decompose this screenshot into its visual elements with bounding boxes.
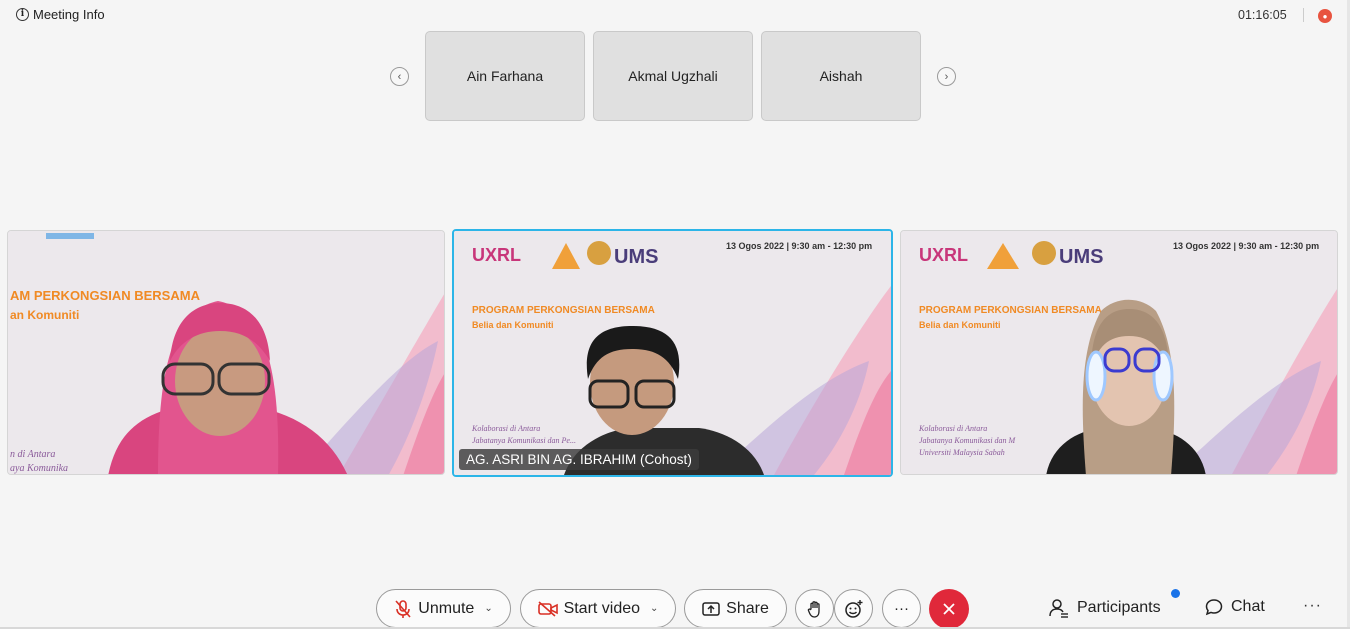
share-button[interactable]: Share xyxy=(684,589,787,628)
logo-ums: UMS xyxy=(614,246,658,268)
participant-thumb[interactable]: Akmal Ugzhali xyxy=(593,31,753,121)
meeting-info-button[interactable]: i Meeting Info xyxy=(16,7,105,22)
emoji-reaction-icon xyxy=(844,599,862,618)
banner-subtitle: Belia dan Komuniti xyxy=(919,320,1001,330)
video-off-icon xyxy=(537,600,558,617)
record-indicator-icon[interactable]: ● xyxy=(1318,9,1332,23)
meeting-info-label: Meeting Info xyxy=(33,7,105,22)
divider xyxy=(1303,8,1304,22)
banner-subtitle: Belia dan Komuniti xyxy=(472,320,554,330)
chat-icon xyxy=(1205,599,1223,616)
video-tile-left[interactable]: AM PERKONGSIAN BERSAMA an Komuniti n di … xyxy=(7,230,445,475)
participants-icon xyxy=(1049,599,1068,618)
video-feed: AM PERKONGSIAN BERSAMA an Komuniti n di … xyxy=(8,231,444,474)
more-icon: ··· xyxy=(1303,597,1322,614)
video-tile-active-speaker[interactable]: UXRL UMS 13 Ogos 2022 | 9:30 am - 12:30 … xyxy=(452,229,893,477)
speaker-name-label: AG. ASRI BIN AG. IBRAHIM (Cohost) xyxy=(459,449,699,470)
banner-footnote: n di Antara xyxy=(10,449,55,460)
participants-label: Participants xyxy=(1077,599,1161,616)
logo-ums: UMS xyxy=(1059,246,1103,268)
notification-dot xyxy=(1171,589,1180,598)
mic-off-icon xyxy=(395,599,411,618)
banner-date: 13 Ogos 2022 | 9:30 am - 12:30 pm xyxy=(726,241,872,251)
banner-subtitle: an Komuniti xyxy=(10,308,79,322)
more-icon: ··· xyxy=(894,600,909,617)
banner-footnote: aya Komunika xyxy=(10,463,68,474)
strip-next-button[interactable]: › xyxy=(937,67,956,86)
logo-uxrl: UXRL xyxy=(919,245,968,265)
video-feed: UXRL UMS 13 Ogos 2022 | 9:30 am - 12:30 … xyxy=(454,231,891,475)
banner-title: PROGRAM PERKONGSIAN BERSAMA xyxy=(472,305,655,316)
logo-uxrl: UXRL xyxy=(472,245,521,265)
overflow-menu-button[interactable]: ··· xyxy=(1303,597,1322,615)
banner-footnote: Kolaborasi di Antara xyxy=(471,424,540,433)
video-tile-right[interactable]: UXRL UMS 13 Ogos 2022 | 9:30 am - 12:30 … xyxy=(900,230,1338,475)
participant-name: Ain Farhana xyxy=(466,68,544,84)
share-label: Share xyxy=(726,599,769,617)
banner-footnote: Universiti Malaysia Sabah xyxy=(919,448,1005,457)
banner-footnote: Jabatanya Komunikasi dan M xyxy=(919,436,1017,445)
raise-hand-icon xyxy=(807,600,820,618)
chevron-right-icon: › xyxy=(944,70,949,83)
banner-title: AM PERKONGSIAN BERSAMA xyxy=(10,288,201,303)
chat-button[interactable]: Chat xyxy=(1205,598,1265,616)
participant-thumb[interactable]: Ain Farhana xyxy=(425,31,585,121)
participants-button[interactable]: Participants xyxy=(1049,598,1161,618)
reactions-button[interactable] xyxy=(834,589,873,628)
unmute-button[interactable]: Unmute ⌄ xyxy=(376,589,511,628)
chat-label: Chat xyxy=(1231,598,1265,615)
chevron-down-icon[interactable]: ⌄ xyxy=(650,603,658,614)
banner-footnote: Kolaborasi di Antara xyxy=(918,424,987,433)
chevron-left-icon: ‹ xyxy=(397,70,402,83)
banner-footnote: Jabatanya Komunikasi dan Pe... xyxy=(472,436,576,445)
participant-name: Akmal Ugzhali xyxy=(628,68,718,84)
start-video-button[interactable]: Start video ⌄ xyxy=(520,589,676,628)
close-icon xyxy=(943,603,955,615)
top-bar: i Meeting Info 01:16:05 ● xyxy=(0,0,1350,30)
raise-hand-button[interactable] xyxy=(795,589,834,628)
meeting-timer: 01:16:05 xyxy=(1238,8,1287,22)
participant-name: Aishah xyxy=(819,68,863,84)
start-video-label: Start video xyxy=(563,599,641,617)
end-call-button[interactable] xyxy=(929,589,969,629)
participant-thumb[interactable]: Aishah xyxy=(761,31,921,121)
video-feed: UXRL UMS 13 Ogos 2022 | 9:30 am - 12:30 … xyxy=(901,231,1337,474)
meeting-toolbar: Unmute ⌄ Start video ⌄ Share ··· Partici… xyxy=(0,587,1350,629)
banner-date: 13 Ogos 2022 | 9:30 am - 12:30 pm xyxy=(1173,241,1319,251)
strip-prev-button[interactable]: ‹ xyxy=(390,67,409,86)
more-options-button[interactable]: ··· xyxy=(882,589,921,628)
banner-title: PROGRAM PERKONGSIAN BERSAMA xyxy=(919,305,1102,316)
chevron-down-icon[interactable]: ⌄ xyxy=(484,603,492,614)
info-icon: i xyxy=(16,8,29,21)
share-icon xyxy=(702,601,720,616)
unmute-label: Unmute xyxy=(418,599,475,617)
